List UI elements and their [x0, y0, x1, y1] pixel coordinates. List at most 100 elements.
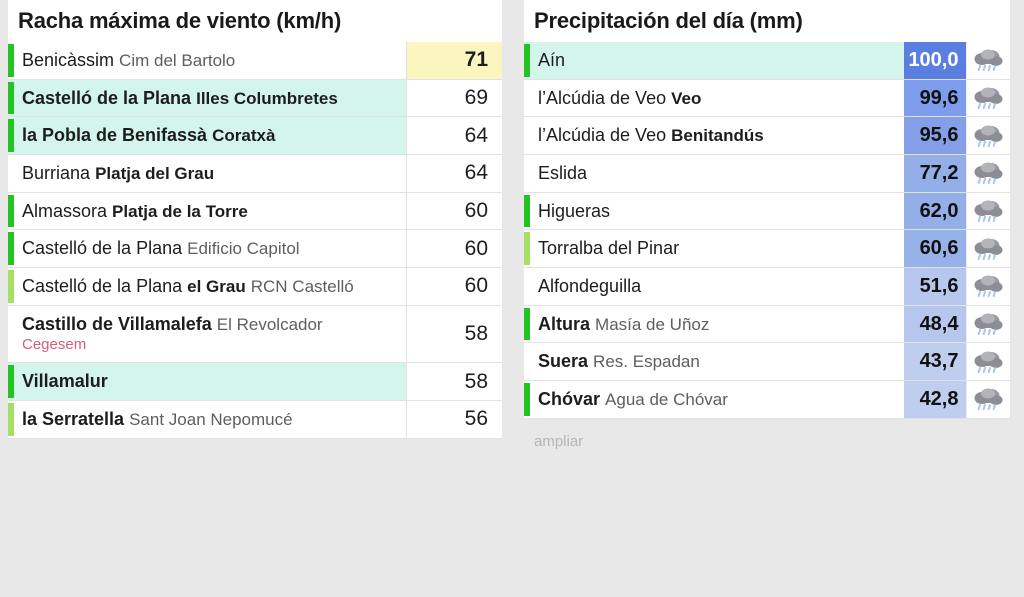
- station-cell: Castelló de la Plana Illes Columbretes: [14, 79, 406, 118]
- rank-accent-bar: [8, 267, 14, 306]
- rain-ranking-table: Aín 100,0 l’Alcúdia de Veo Veo 99,6 l’Alcúdi…: [524, 42, 1010, 419]
- rank-accent-bar: [524, 267, 530, 306]
- expand-link[interactable]: ampliar: [524, 433, 1010, 450]
- wind-panel: Racha máxima de viento (km/h) Benicàssim…: [0, 0, 512, 597]
- station-name: el Grau: [187, 277, 246, 297]
- rank-accent-bar: [524, 342, 530, 382]
- rain-panel-title: Precipitación del día (mm): [524, 0, 1010, 42]
- rank-accent-bar: [8, 192, 14, 231]
- municipality-name: Altura: [538, 313, 591, 334]
- rain-value: 42,8: [904, 380, 966, 419]
- table-row[interactable]: l’Alcúdia de Veo Veo 99,6: [524, 79, 1010, 118]
- weather-icon-cell: [965, 305, 1010, 344]
- municipality-name: Castelló de la Plana: [22, 276, 183, 297]
- rank-accent-bar: [8, 154, 14, 193]
- station-name: Masía de Uñoz: [595, 314, 710, 334]
- municipality-name: Chóvar: [538, 389, 601, 410]
- municipality-name: Aín: [538, 50, 566, 70]
- weather-icon-cell: [965, 380, 1010, 419]
- table-row[interactable]: Torralba del Pinar 60,6: [524, 229, 1010, 269]
- weather-icon-cell: [965, 192, 1010, 231]
- table-row[interactable]: Castelló de la Plana el Grau RCN Castell…: [8, 267, 502, 306]
- rank-accent-bar: [8, 362, 14, 401]
- table-row[interactable]: Castelló de la Plana Edificio Capitol 60: [8, 229, 502, 269]
- weather-icon-cell: [965, 229, 1010, 269]
- station-name: Sant Joan Nepomucé: [129, 409, 293, 429]
- rain-value: 43,7: [904, 342, 966, 382]
- rank-accent-bar: [8, 116, 14, 156]
- rank-accent-bar: [524, 380, 530, 419]
- municipality-name: l’Alcúdia de Veo: [538, 125, 667, 146]
- rank-accent-bar: [8, 42, 14, 80]
- weather-icon-cell: [965, 79, 1010, 118]
- station-cell: Alfondeguilla: [530, 267, 904, 306]
- municipality-name: l’Alcúdia de Veo: [538, 87, 667, 108]
- municipality-name: Suera: [538, 351, 589, 372]
- station-cell: Almassora Platja de la Torre: [14, 192, 406, 231]
- rank-accent-bar: [524, 229, 530, 269]
- station-name: Cim del Bartolo: [119, 51, 236, 70]
- table-row[interactable]: Eslida 77,2: [524, 154, 1010, 193]
- municipality-name: la Pobla de Benifassà: [22, 125, 208, 146]
- station-name: Coratxà: [212, 126, 276, 146]
- table-row[interactable]: l’Alcúdia de Veo Benitandús 95,6: [524, 116, 1010, 156]
- table-row[interactable]: Suera Res. Espadan 43,7: [524, 342, 1010, 382]
- station-cell: Burriana Platja del Grau: [14, 154, 406, 193]
- rain-cloud-icon: [974, 49, 1003, 72]
- table-row[interactable]: Alfondeguilla 51,6: [524, 267, 1010, 306]
- table-row[interactable]: Castelló de la Plana Illes Columbretes 69: [8, 79, 502, 118]
- rain-cloud-icon: [974, 87, 1003, 109]
- wind-value: 60: [405, 229, 502, 269]
- table-row[interactable]: Almassora Platja de la Torre 60: [8, 192, 502, 231]
- municipality-name: Castillo de Villamalefa: [22, 313, 212, 334]
- table-row[interactable]: Villamalur 58: [8, 362, 502, 401]
- table-row[interactable]: la Pobla de Benifassà Coratxà 64: [8, 116, 502, 156]
- municipality-name: Higueras: [538, 200, 611, 221]
- station-name: Agua de Chóvar: [605, 390, 728, 410]
- rain-cloud-icon: [974, 200, 1003, 223]
- rank-accent-bar: [524, 42, 530, 80]
- station-cell: Higueras: [530, 192, 904, 231]
- rain-cloud-icon: [974, 162, 1003, 185]
- station-cell: la Serratella Sant Joan Nepomucé: [14, 400, 406, 439]
- station-cell: Benicàssim Cim del Bartolo: [14, 42, 406, 80]
- station-name: Illes Columbretes: [196, 88, 338, 108]
- station-cell: l’Alcúdia de Veo Benitandús: [530, 116, 904, 156]
- wind-value: 60: [405, 192, 502, 231]
- table-row[interactable]: Aín 100,0: [524, 42, 1010, 80]
- municipality-name: Torralba del Pinar: [538, 238, 680, 259]
- rank-accent-bar: [524, 192, 530, 231]
- table-row[interactable]: Burriana Platja del Grau 64: [8, 154, 502, 193]
- table-row[interactable]: Chóvar Agua de Chóvar 42,8: [524, 380, 1010, 419]
- rain-cloud-icon: [974, 351, 1003, 373]
- weather-icon-cell: [965, 154, 1010, 193]
- station-cell: la Pobla de Benifassà Coratxà: [14, 116, 406, 156]
- rank-accent-bar: [524, 154, 530, 193]
- rain-cloud-icon: [974, 313, 1003, 336]
- station-network-name: RCN Castelló: [250, 277, 354, 297]
- municipality-name: Eslida: [538, 163, 588, 184]
- rank-accent-bar: [8, 400, 14, 439]
- station-cell: Aín: [530, 42, 904, 80]
- station-cell: Chóvar Agua de Chóvar: [530, 380, 904, 419]
- weather-icon-cell: [965, 342, 1010, 382]
- wind-panel-title: Racha máxima de viento (km/h): [8, 0, 502, 42]
- table-row[interactable]: Altura Masía de Uñoz 48,4: [524, 305, 1010, 344]
- municipality-name: Castelló de la Plana: [22, 87, 192, 108]
- table-row[interactable]: Benicàssim Cim del Bartolo 71: [8, 42, 502, 80]
- station-cell: Castillo de Villamalefa El Revolcador Ceg…: [14, 305, 406, 364]
- rank-accent-bar: [8, 229, 14, 269]
- rain-value: 99,6: [904, 79, 966, 118]
- table-row[interactable]: la Serratella Sant Joan Nepomucé 56: [8, 400, 502, 439]
- wind-value: 58: [405, 362, 502, 401]
- rain-value: 62,0: [904, 192, 966, 231]
- station-cell: Castelló de la Plana Edificio Capitol: [14, 229, 406, 269]
- table-row[interactable]: Castillo de Villamalefa El Revolcador Ceg…: [8, 305, 502, 364]
- rain-value: 51,6: [904, 267, 966, 306]
- rain-value: 95,6: [904, 116, 966, 156]
- station-cell: Suera Res. Espadan: [530, 342, 904, 382]
- station-name: Benitandús: [671, 126, 764, 146]
- wind-value: 60: [405, 267, 502, 306]
- table-row[interactable]: Higueras 62,0: [524, 192, 1010, 231]
- station-cell: Altura Masía de Uñoz: [530, 305, 904, 344]
